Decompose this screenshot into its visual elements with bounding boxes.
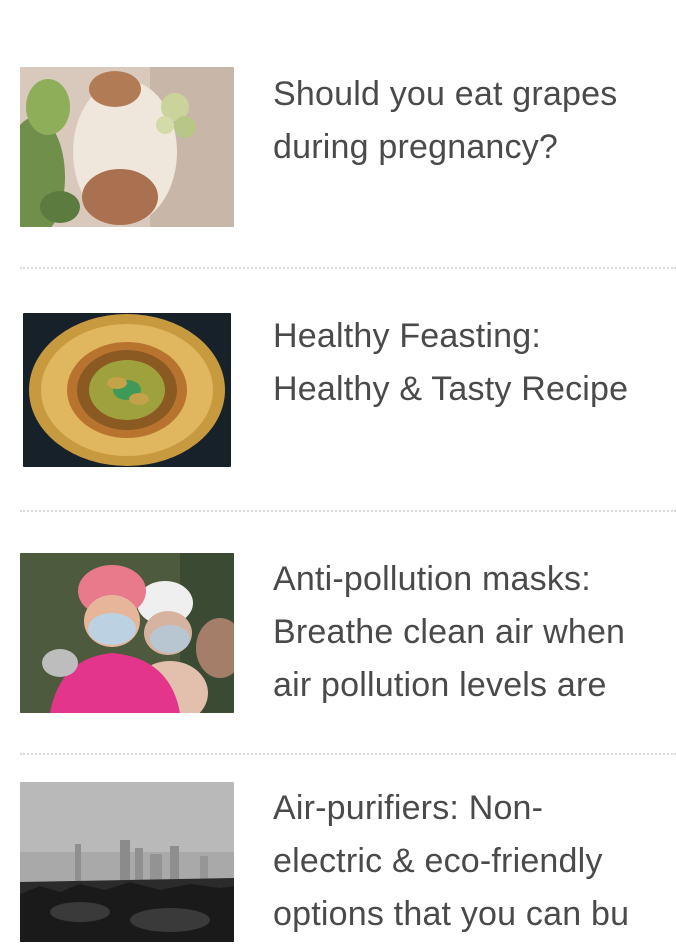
article-title[interactable]: Air-purifiers: Non- electric & eco-frien…: [273, 782, 676, 941]
article-item-grapes-pregnancy[interactable]: Should you eat grapes during pregnancy?: [0, 0, 676, 268]
article-title[interactable]: Healthy Feasting: Healthy & Tasty Recipe: [273, 310, 676, 416]
grapes-basket-photo-icon: [20, 67, 234, 227]
article-title[interactable]: Should you eat grapes during pregnancy?: [273, 68, 676, 174]
divider: [20, 267, 676, 269]
food-plate-photo-icon: [23, 313, 231, 467]
article-list: Should you eat grapes during pregnancy? …: [0, 0, 676, 945]
article-title[interactable]: Anti-pollution masks: Breathe clean air …: [273, 553, 676, 712]
article-item-healthy-feasting[interactable]: Healthy Feasting: Healthy & Tasty Recipe: [0, 270, 676, 510]
masked-people-photo-icon: [20, 553, 234, 713]
divider: [20, 753, 676, 755]
article-item-air-purifiers[interactable]: Air-purifiers: Non- electric & eco-frien…: [0, 756, 676, 945]
smoggy-city-photo-icon: [20, 782, 234, 942]
article-item-anti-pollution-masks[interactable]: Anti-pollution masks: Breathe clean air …: [0, 513, 676, 753]
divider: [20, 510, 676, 512]
